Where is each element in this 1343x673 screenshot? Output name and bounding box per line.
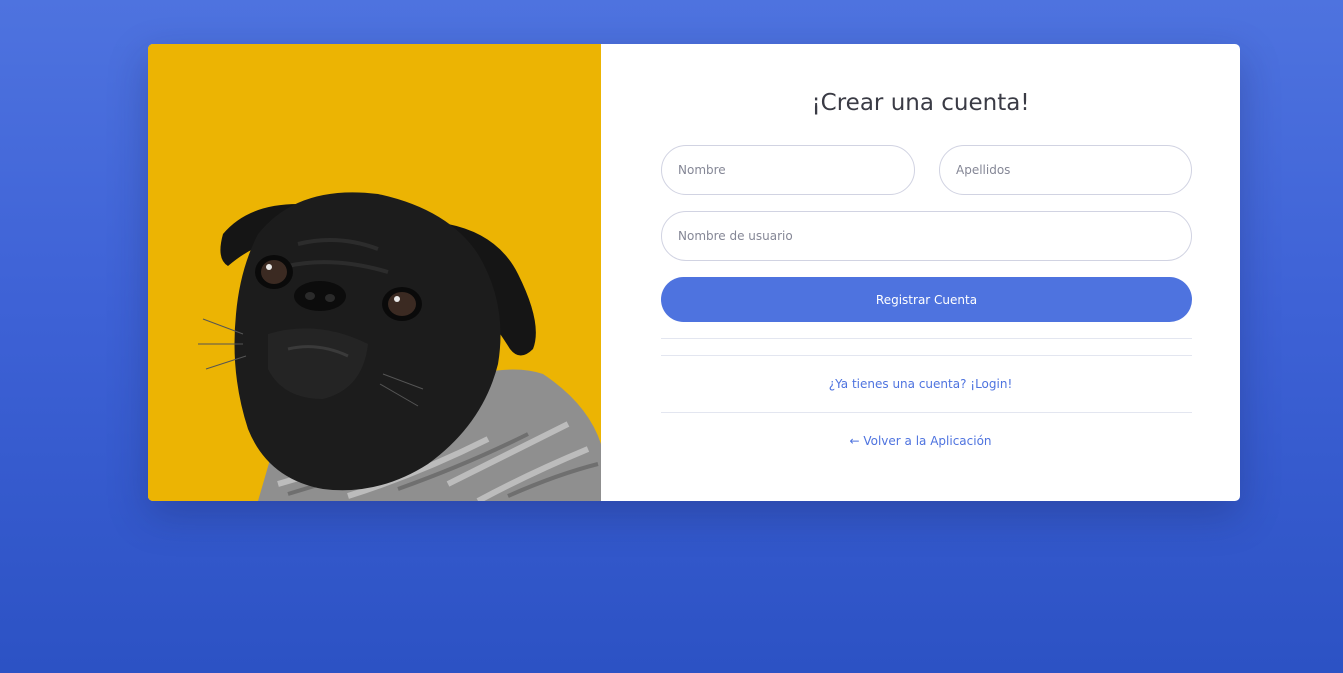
register-account-button[interactable]: Registrar Cuenta: [661, 277, 1192, 322]
back-to-app-link[interactable]: ← Volver a la Aplicación: [601, 434, 1240, 448]
divider: [661, 338, 1192, 339]
username-input[interactable]: [661, 211, 1192, 261]
divider: [661, 355, 1192, 356]
first-name-input[interactable]: [661, 145, 915, 195]
login-link[interactable]: ¿Ya tienes una cuenta? ¡Login!: [601, 377, 1240, 391]
register-card: ¡Crear una cuenta! Registrar Cuenta ¿Ya …: [148, 44, 1240, 501]
divider: [661, 412, 1192, 413]
pug-photo: [148, 44, 601, 501]
page-title: ¡Crear una cuenta!: [811, 90, 1030, 116]
pug-image: [148, 44, 601, 501]
last-name-input[interactable]: [939, 145, 1192, 195]
register-form: ¡Crear una cuenta! Registrar Cuenta ¿Ya …: [601, 44, 1240, 501]
